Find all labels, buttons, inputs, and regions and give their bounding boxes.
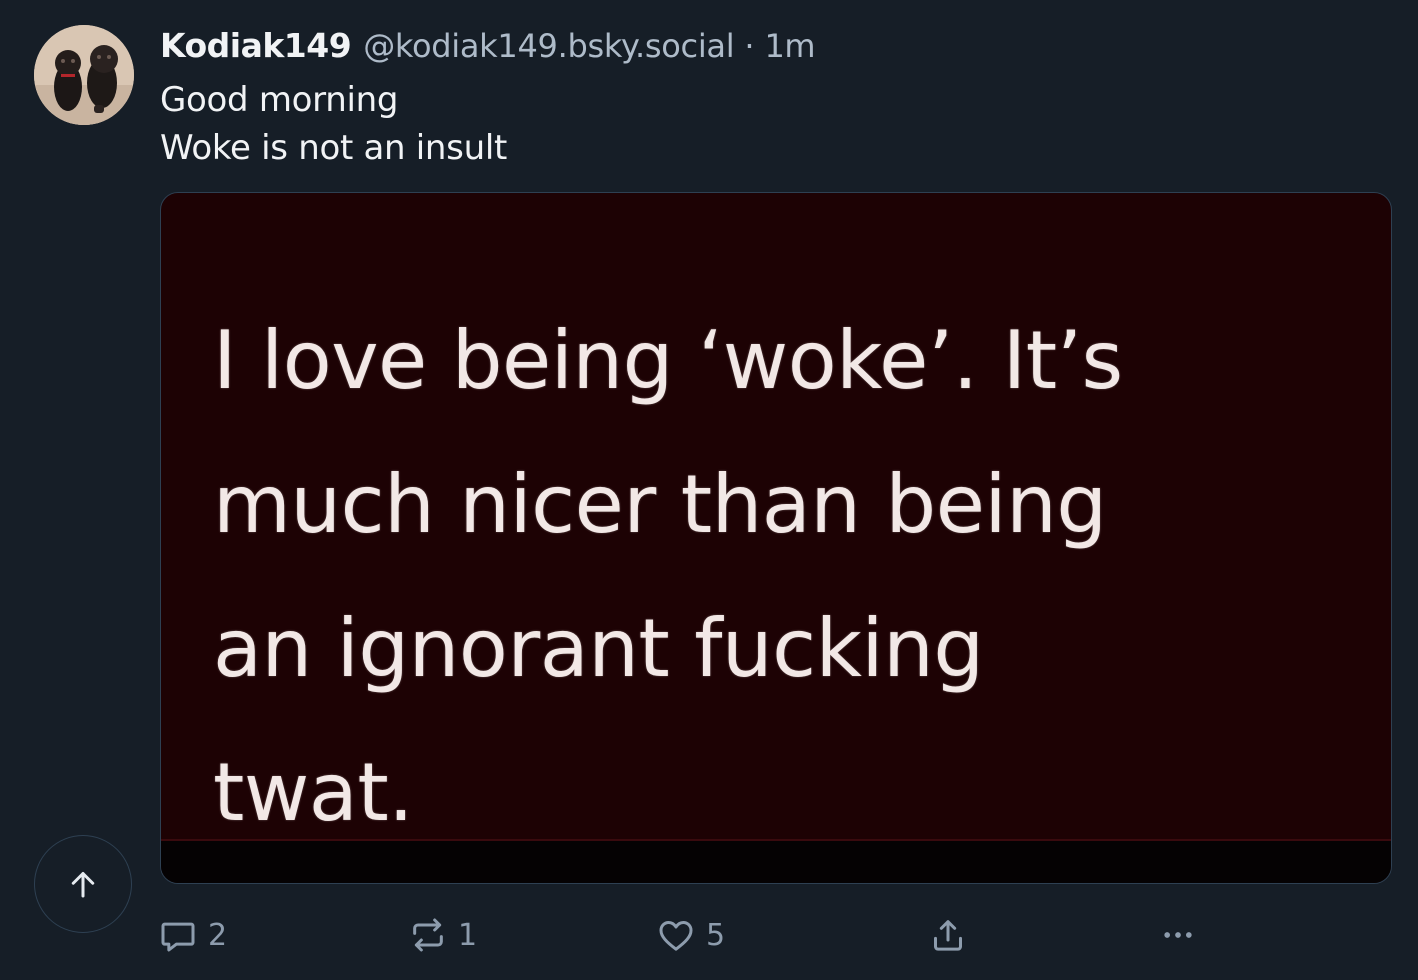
post-text: Good morning Woke is not an insult xyxy=(160,76,507,172)
scroll-to-top-button[interactable] xyxy=(34,835,132,933)
post-timestamp[interactable]: 1m xyxy=(765,24,816,68)
post-text-line: Good morning xyxy=(160,80,399,120)
repost-arrows-icon xyxy=(413,918,443,952)
reply-count: 2 xyxy=(208,917,228,953)
image-text-line: an ignorant fucking xyxy=(213,602,984,695)
like-count: 5 xyxy=(706,917,726,953)
post-header: Kodiak149 @kodiak149.bsky.social · 1m xyxy=(160,24,816,68)
image-text-line: much nicer than being xyxy=(213,458,1107,551)
heart-icon xyxy=(659,921,693,951)
share-upload-icon xyxy=(934,920,962,951)
post-actions: 2 1 5 xyxy=(158,908,1408,962)
ellipsis-icon xyxy=(1164,932,1192,938)
repost-count: 1 xyxy=(458,917,478,953)
author-handle[interactable]: @kodiak149.bsky.social xyxy=(363,24,734,68)
speech-bubble-icon xyxy=(161,922,195,952)
image-embed[interactable]: I love being ‘woke’. It’s much nicer tha… xyxy=(160,192,1392,884)
post: Kodiak149 @kodiak149.bsky.social · 1m Go… xyxy=(0,0,1418,980)
image-text: I love being ‘woke’. It’s much nicer tha… xyxy=(213,289,1383,865)
image-text-line: I love being ‘woke’. It’s xyxy=(213,314,1123,407)
share-button[interactable] xyxy=(928,908,968,962)
image-bottom-band xyxy=(161,839,1391,883)
like-button[interactable]: 5 xyxy=(656,908,725,962)
separator-dot: · xyxy=(744,27,755,65)
repost-button[interactable]: 1 xyxy=(408,908,477,962)
avatar-image xyxy=(34,25,134,125)
arrow-up-icon xyxy=(71,872,95,898)
reply-button[interactable]: 2 xyxy=(158,908,227,962)
avatar[interactable] xyxy=(34,25,134,125)
post-text-line: Woke is not an insult xyxy=(160,128,508,168)
author-display-name[interactable]: Kodiak149 xyxy=(160,24,352,68)
more-options-button[interactable] xyxy=(1158,908,1198,962)
